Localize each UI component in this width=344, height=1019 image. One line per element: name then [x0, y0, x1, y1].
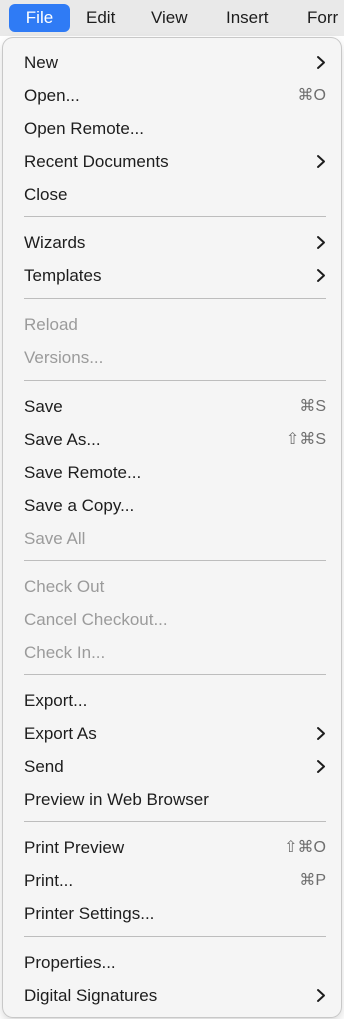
shortcut-label: ⇧⌘O	[284, 839, 326, 856]
menu-item-open-remote[interactable]: Open Remote...	[3, 112, 341, 145]
menu-item-label: Check Out	[24, 577, 105, 596]
chevron-right-icon	[317, 236, 325, 249]
menu-item-label: Save As...	[24, 430, 101, 449]
file-menu-dropdown: New Open... ⌘O Open Remote... Recent Doc…	[3, 38, 341, 1017]
menu-item-printer-settings[interactable]: Printer Settings...	[3, 897, 341, 930]
chevron-right-icon	[317, 269, 325, 282]
menu-item-label: Cancel Checkout...	[24, 610, 168, 629]
menu-separator	[24, 560, 326, 561]
menu-item-label: Digital Signatures	[24, 986, 158, 1005]
chevron-right-icon	[317, 760, 325, 773]
menu-separator	[24, 216, 326, 217]
chevron-right-icon	[317, 989, 325, 1002]
menu-item-label: New	[24, 53, 59, 72]
menu-item-label: Wizards	[24, 233, 86, 252]
menu-item-open[interactable]: Open... ⌘O	[3, 79, 341, 112]
chevron-right-icon	[317, 56, 325, 69]
menu-item-label: Reload	[24, 315, 78, 334]
menu-item-new[interactable]: New	[3, 46, 341, 79]
menu-item-export-as[interactable]: Export As	[3, 717, 341, 750]
shortcut-label: ⌘S	[299, 398, 326, 415]
chevron-right-icon	[317, 155, 325, 168]
menu-item-save-copy[interactable]: Save a Copy...	[3, 489, 341, 522]
menu-item-cancel-checkout[interactable]: Cancel Checkout...	[3, 603, 341, 636]
menu-item-label: Save	[24, 397, 63, 416]
menu-item-recent-documents[interactable]: Recent Documents	[3, 145, 341, 178]
menu-item-label: Properties...	[24, 953, 116, 972]
menu-item-label: Versions...	[24, 348, 104, 367]
menu-item-print[interactable]: Print... ⌘P	[3, 864, 341, 897]
menu-item-label: Export As	[24, 724, 97, 743]
menu-view[interactable]: View	[151, 4, 188, 32]
chevron-right-icon	[317, 727, 325, 740]
menu-separator	[24, 380, 326, 381]
menu-item-label: Print...	[24, 871, 74, 890]
menu-item-label: Templates	[24, 266, 102, 285]
menu-item-save-all[interactable]: Save All	[3, 522, 341, 555]
menu-item-label: Open...	[24, 86, 80, 105]
shortcut-label: ⌘P	[299, 872, 326, 889]
menu-item-preview-web-browser[interactable]: Preview in Web Browser	[3, 783, 341, 816]
menu-item-send[interactable]: Send	[3, 750, 341, 783]
menu-item-digital-signatures[interactable]: Digital Signatures	[3, 979, 341, 1012]
menu-item-print-preview[interactable]: Print Preview ⇧⌘O	[3, 831, 341, 864]
menu-item-label: Print Preview	[24, 838, 125, 857]
menu-item-properties[interactable]: Properties...	[3, 946, 341, 979]
menu-item-versions[interactable]: Versions...	[3, 341, 341, 374]
menu-edit[interactable]: Edit	[86, 4, 115, 32]
menu-item-label: Preview in Web Browser	[24, 790, 209, 809]
menu-item-save-as[interactable]: Save As... ⇧⌘S	[3, 423, 341, 456]
shortcut-label: ⌘O	[297, 87, 326, 104]
menu-item-export[interactable]: Export...	[3, 684, 341, 717]
menu-item-label: Save Remote...	[24, 463, 142, 482]
menu-insert[interactable]: Insert	[226, 4, 269, 32]
menu-separator	[24, 298, 326, 299]
menu-item-check-in[interactable]: Check In...	[3, 636, 341, 669]
menu-item-label: Recent Documents	[24, 152, 169, 171]
menu-separator	[24, 821, 326, 822]
menu-item-reload[interactable]: Reload	[3, 308, 341, 341]
menu-item-label: Open Remote...	[24, 119, 145, 138]
menu-item-label: Save a Copy...	[24, 496, 135, 515]
menu-item-save-remote[interactable]: Save Remote...	[3, 456, 341, 489]
menu-item-label: Export...	[24, 691, 88, 710]
menu-format[interactable]: Forr	[307, 4, 338, 32]
menu-item-wizards[interactable]: Wizards	[3, 226, 341, 259]
menu-separator	[24, 674, 326, 675]
shortcut-label: ⇧⌘S	[285, 431, 326, 448]
menu-item-check-out[interactable]: Check Out	[3, 570, 341, 603]
menu-file[interactable]: File	[9, 4, 70, 32]
menu-separator	[24, 936, 326, 937]
menu-item-label: Save All	[24, 529, 86, 548]
menu-item-templates[interactable]: Templates	[3, 259, 341, 292]
menu-item-save[interactable]: Save ⌘S	[3, 390, 341, 423]
menu-item-label: Close	[24, 185, 68, 204]
menu-bar: File Edit View Insert Forr	[0, 0, 344, 36]
menu-item-label: Check In...	[24, 643, 106, 662]
menu-item-label: Printer Settings...	[24, 904, 155, 923]
menu-item-close[interactable]: Close	[3, 178, 341, 211]
menu-item-label: Send	[24, 757, 64, 776]
